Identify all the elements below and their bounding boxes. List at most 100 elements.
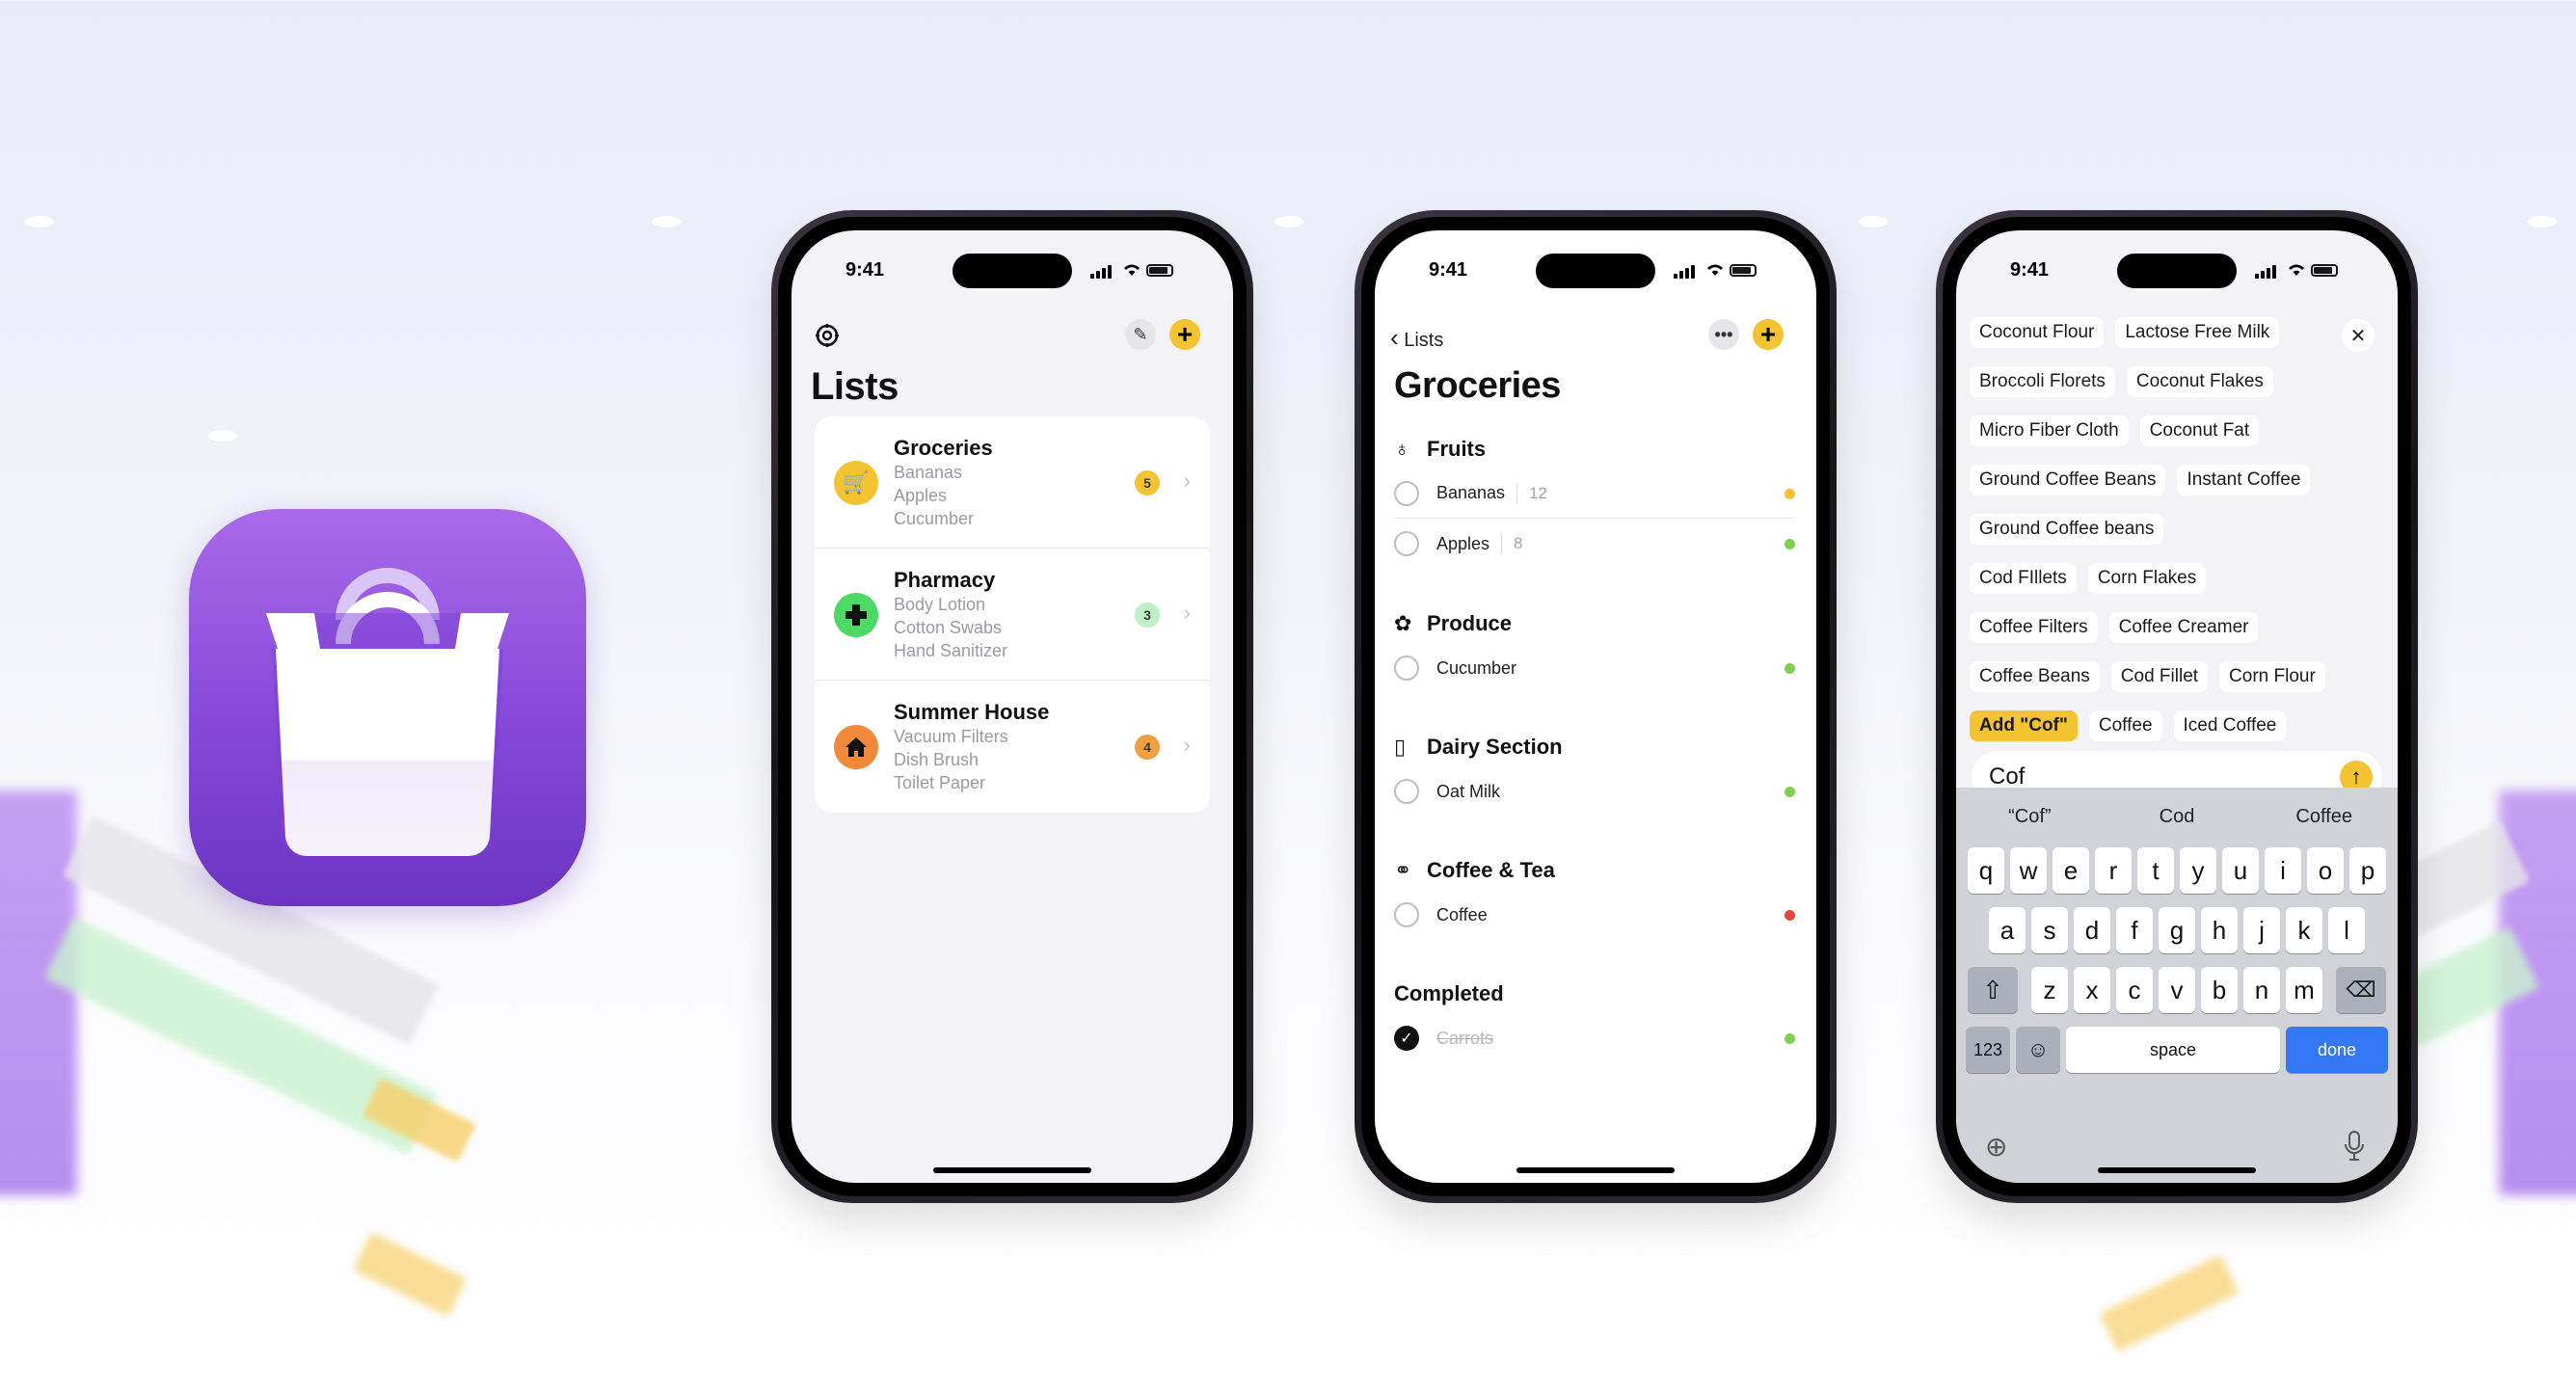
more-button[interactable]: ••• xyxy=(1708,319,1739,350)
item-checkbox[interactable] xyxy=(1394,531,1419,556)
prediction[interactable]: Coffee xyxy=(2250,797,2398,836)
coffee-beans-icon: ⚭ xyxy=(1394,858,1412,882)
settings-gear-icon[interactable] xyxy=(811,319,844,352)
chevron-right-icon: › xyxy=(1183,733,1191,757)
key[interactable]: h xyxy=(2201,907,2238,953)
add-custom-item-chip[interactable]: Add "Cof" xyxy=(1970,709,2078,741)
checkmark-icon[interactable]: ✓ xyxy=(1394,1026,1419,1051)
prediction[interactable]: Cod xyxy=(2104,797,2251,836)
list-item[interactable]: ✓ Carrots xyxy=(1394,1013,1795,1063)
backspace-key[interactable]: ⌫ xyxy=(2336,967,2386,1013)
count-badge: 5 xyxy=(1135,470,1160,495)
key[interactable]: q xyxy=(1968,847,2004,894)
key[interactable]: x xyxy=(2074,967,2110,1013)
key[interactable]: d xyxy=(2074,907,2110,953)
item-quantity: 12 xyxy=(1516,483,1547,503)
suggestion-chip[interactable]: Corn Flour xyxy=(2219,660,2325,692)
key[interactable]: e xyxy=(2053,847,2089,894)
suggestion-chip[interactable]: Coffee Beans xyxy=(1970,660,2100,692)
suggestion-chip[interactable]: Corn Flakes xyxy=(2087,562,2207,594)
space-key[interactable]: space xyxy=(2066,1027,2280,1073)
dynamic-island xyxy=(953,254,1072,288)
broccoli-icon: ✿ xyxy=(1394,611,1412,635)
back-button[interactable]: ‹ Lists xyxy=(1390,323,1443,353)
suggestion-chips: Coconut Flour Lactose Free Milk Broccoli… xyxy=(1970,308,2336,750)
list-item[interactable]: Apples 8 xyxy=(1394,519,1795,569)
list-row-groceries[interactable]: 🛒 Groceries Bananas Apples Cucumber 5 › xyxy=(815,416,1210,549)
list-item[interactable]: Coffee xyxy=(1394,890,1795,940)
key[interactable]: s xyxy=(2031,907,2068,953)
item-checkbox[interactable] xyxy=(1394,480,1419,506)
list-item-preview: Dish Brush xyxy=(894,750,979,769)
key[interactable]: l xyxy=(2328,907,2365,953)
page-title: Lists xyxy=(811,365,899,408)
list-item[interactable]: Oat Milk xyxy=(1394,766,1795,816)
key[interactable]: c xyxy=(2116,967,2153,1013)
key[interactable]: o xyxy=(2307,847,2344,894)
add-item-button[interactable]: + xyxy=(1753,319,1784,350)
emoji-key[interactable]: ☺ xyxy=(2016,1027,2060,1073)
page-title: Groceries xyxy=(1394,365,1561,406)
close-button[interactable]: ✕ xyxy=(2342,319,2375,352)
edit-button[interactable]: ✎ xyxy=(1125,319,1156,350)
key[interactable]: z xyxy=(2031,967,2068,1013)
suggestion-chip[interactable]: Micro Fiber Cloth xyxy=(1970,415,2129,446)
key[interactable]: b xyxy=(2201,967,2238,1013)
key[interactable]: n xyxy=(2243,967,2280,1013)
battery-icon xyxy=(2311,264,2338,277)
list-row-summer-house[interactable]: Summer House Vacuum Filters Dish Brush T… xyxy=(815,681,1210,813)
suggestion-chip[interactable]: Instant Coffee xyxy=(2177,464,2311,495)
key[interactable]: f xyxy=(2116,907,2153,953)
key[interactable]: y xyxy=(2180,847,2216,894)
item-checkbox[interactable] xyxy=(1394,779,1419,804)
add-list-button[interactable]: + xyxy=(1169,319,1200,350)
list-name: Groceries xyxy=(894,436,993,460)
suggestion-chip[interactable]: Iced Coffee xyxy=(2173,709,2287,741)
groceries-screen: 9:41 ‹ Lists ••• + Groceries ♁ Fruits Ba… xyxy=(1375,230,1816,1183)
key[interactable]: v xyxy=(2159,967,2195,1013)
globe-icon[interactable]: ⊕ xyxy=(1985,1131,2007,1163)
key[interactable]: w xyxy=(2010,847,2047,894)
key[interactable]: u xyxy=(2222,847,2259,894)
suggestion-chip[interactable]: Coconut Flour xyxy=(1970,316,2105,348)
suggestion-chip[interactable]: Coffee xyxy=(2088,709,2162,741)
microphone-icon[interactable] xyxy=(2344,1131,2365,1162)
suggestion-chip[interactable]: Coffee Filters xyxy=(1970,611,2098,643)
item-name: Oat Milk xyxy=(1436,781,1501,801)
key[interactable]: p xyxy=(2349,847,2386,894)
key[interactable]: k xyxy=(2286,907,2322,953)
keyboard-bottom: ⊕ xyxy=(1956,1127,2398,1165)
list-row-pharmacy[interactable]: Pharmacy Body Lotion Cotton Swabs Hand S… xyxy=(815,549,1210,681)
prediction[interactable]: “Cof” xyxy=(1956,797,2104,836)
decor-stripe xyxy=(352,1232,468,1317)
shift-key[interactable]: ⇧ xyxy=(1968,967,2018,1013)
suggestion-chip[interactable]: Lactose Free Milk xyxy=(2115,316,2280,348)
suggestion-chip[interactable]: Coffee Creamer xyxy=(2108,611,2259,643)
wifi-icon xyxy=(1124,264,1140,276)
key[interactable]: j xyxy=(2243,907,2280,953)
decor-stripe xyxy=(0,790,77,1195)
key[interactable]: t xyxy=(2137,847,2174,894)
suggestion-chip[interactable]: Ground Coffee Beans xyxy=(1970,464,2166,495)
key[interactable]: m xyxy=(2286,967,2322,1013)
suggestion-chip[interactable]: Cod FIllets xyxy=(1970,562,2077,594)
item-checkbox[interactable] xyxy=(1394,902,1419,927)
key[interactable]: r xyxy=(2095,847,2132,894)
suggestion-chip[interactable]: Cod Fillet xyxy=(2110,660,2209,692)
key[interactable]: a xyxy=(1989,907,2026,953)
key[interactable]: g xyxy=(2159,907,2195,953)
done-key[interactable]: done xyxy=(2286,1027,2388,1073)
decor-stripe xyxy=(2099,1254,2240,1352)
status-time: 9:41 xyxy=(1429,259,1468,281)
suggestion-chip[interactable]: Coconut Fat xyxy=(2139,415,2260,446)
suggestion-chip[interactable]: Coconut Flakes xyxy=(2126,365,2273,397)
key[interactable]: i xyxy=(2265,847,2301,894)
numbers-key[interactable]: 123 xyxy=(1966,1027,2010,1073)
priority-dot xyxy=(1784,1033,1795,1044)
list-item[interactable]: Cucumber xyxy=(1394,643,1795,693)
suggestion-chip[interactable]: Broccoli Florets xyxy=(1970,365,2115,397)
item-checkbox[interactable] xyxy=(1394,656,1419,681)
list-item-preview: Hand Sanitizer xyxy=(894,641,1008,660)
list-item[interactable]: Bananas 12 xyxy=(1394,468,1795,519)
suggestion-chip[interactable]: Ground Coffee beans xyxy=(1970,513,2164,545)
